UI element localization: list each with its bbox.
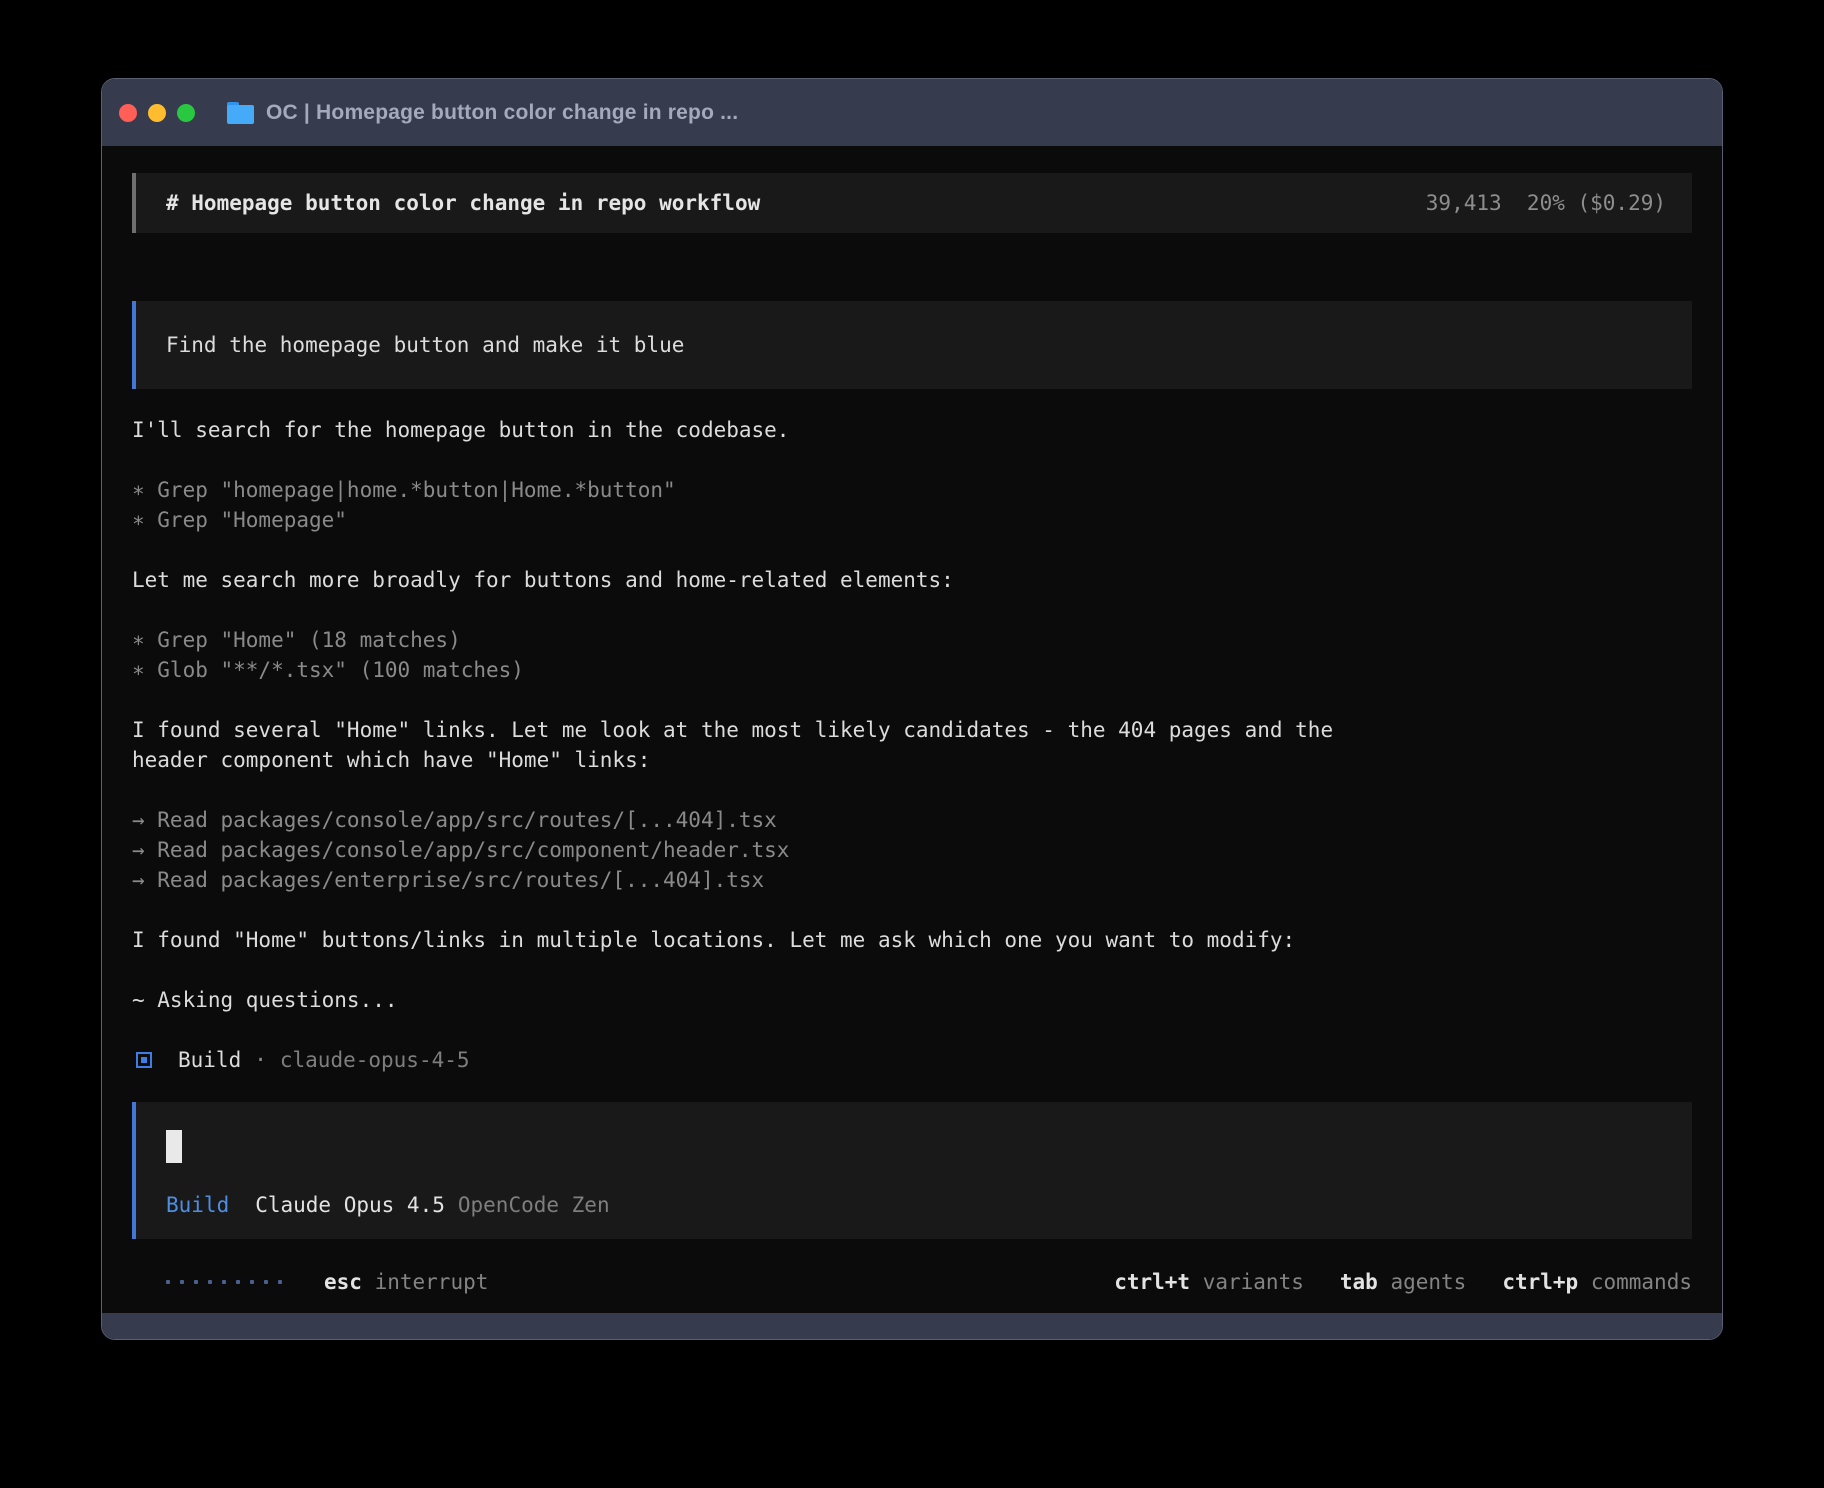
assistant-status-text: ~ Asking questions... [132, 985, 1692, 1015]
terminal-content: # Homepage button color change in repo w… [102, 146, 1722, 1313]
agent-status-line: Build · claude-opus-4-5 [132, 1045, 1692, 1075]
desktop: OC | Homepage button color change in rep… [0, 0, 1824, 1488]
window-bottom-strip [102, 1313, 1722, 1339]
agent-name: Build [178, 1048, 241, 1072]
hint-interrupt: esc interrupt [324, 1270, 488, 1294]
minimize-button[interactable] [148, 104, 166, 122]
session-header: # Homepage button color change in repo w… [132, 173, 1692, 233]
user-message: Find the homepage button and make it blu… [132, 301, 1692, 389]
zoom-button[interactable] [177, 104, 195, 122]
user-message-text: Find the homepage button and make it blu… [166, 333, 684, 357]
tool-call-glob: ∗ Glob "**/*.tsx" (100 matches) [132, 655, 1692, 685]
session-title: # Homepage button color change in repo w… [166, 191, 760, 215]
spinner-dot [264, 1280, 268, 1284]
tool-call-read: → Read packages/enterprise/src/routes/[.… [132, 865, 1692, 895]
input-model-label[interactable]: Claude Opus 4.5 [255, 1193, 445, 1217]
assistant-text: I found "Home" buttons/links in multiple… [132, 925, 1692, 955]
hint-commands: ctrl+p commands [1502, 1270, 1692, 1294]
spinner-dot [222, 1280, 226, 1284]
assistant-text: I'll search for the homepage button in t… [132, 415, 1692, 445]
spinner-dot [236, 1280, 240, 1284]
spinner-dot [194, 1280, 198, 1284]
transcript: I'll search for the homepage button in t… [132, 415, 1692, 1075]
footer-bar: esc interrupt ctrl+t variants tab agents… [132, 1239, 1692, 1313]
text-cursor [166, 1130, 182, 1163]
folder-icon [227, 102, 254, 124]
assistant-text: I found several "Home" links. Let me loo… [132, 715, 1692, 745]
spinner-dot [278, 1280, 282, 1284]
assistant-text: header component which have "Home" links… [132, 745, 1692, 775]
tool-call-read: → Read packages/console/app/src/routes/[… [132, 805, 1692, 835]
hint-variants: ctrl+t variants [1114, 1270, 1304, 1294]
hint-agents: tab agents [1340, 1270, 1466, 1294]
tool-call-grep: ∗ Grep "Home" (18 matches) [132, 625, 1692, 655]
footer-shortcuts: ctrl+t variants tab agents ctrl+p comman… [1114, 1270, 1692, 1294]
separator-dot: · [254, 1048, 267, 1072]
spinner-dot [166, 1280, 170, 1284]
spinner-dot [208, 1280, 212, 1284]
agent-badge-icon [136, 1052, 152, 1068]
agent-model: claude-opus-4-5 [280, 1048, 470, 1072]
terminal-window: OC | Homepage button color change in rep… [101, 78, 1723, 1340]
titlebar: OC | Homepage button color change in rep… [102, 79, 1722, 146]
tool-call-read: → Read packages/console/app/src/componen… [132, 835, 1692, 865]
tool-call-grep: ∗ Grep "Homepage" [132, 505, 1692, 535]
close-button[interactable] [119, 104, 137, 122]
spinner-dots-icon [166, 1280, 282, 1284]
prompt-input[interactable]: Build Claude Opus 4.5 OpenCode Zen [132, 1102, 1692, 1239]
tool-call-grep: ∗ Grep "homepage|home.*button|Home.*butt… [132, 475, 1692, 505]
session-token-stats: 39,413 20% ($0.29) [1426, 191, 1666, 215]
assistant-text: Let me search more broadly for buttons a… [132, 565, 1692, 595]
spinner-dot [250, 1280, 254, 1284]
input-status-bar: Build Claude Opus 4.5 OpenCode Zen [166, 1193, 1662, 1217]
spinner-dot [180, 1280, 184, 1284]
input-provider-label: OpenCode Zen [458, 1193, 610, 1217]
window-title: OC | Homepage button color change in rep… [266, 101, 738, 125]
input-agent-label[interactable]: Build [166, 1193, 229, 1217]
